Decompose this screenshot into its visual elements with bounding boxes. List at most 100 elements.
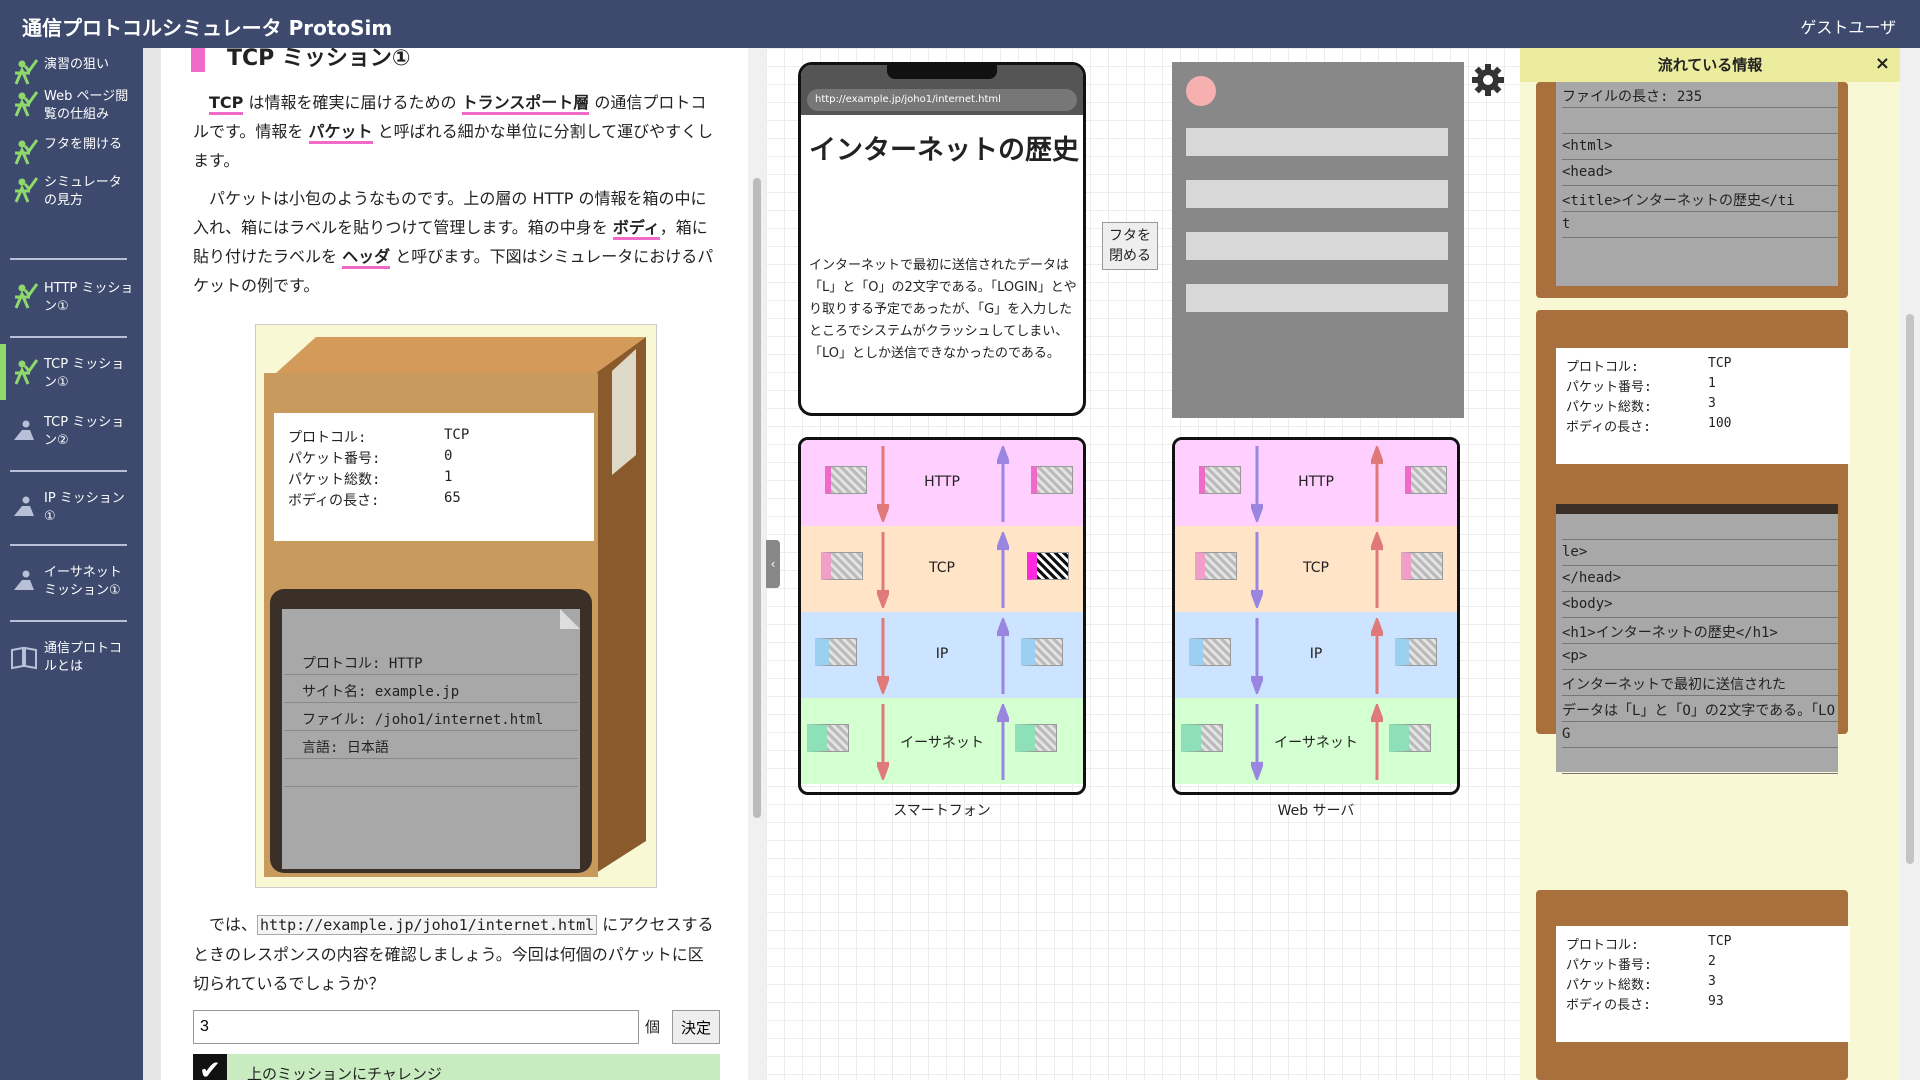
- gear-icon[interactable]: [1470, 62, 1506, 98]
- packet-icon: [1195, 552, 1237, 580]
- keyword-header: ヘッダ: [342, 247, 391, 269]
- info-panel-title-text: 流れている情報: [1657, 56, 1763, 74]
- answer-input[interactable]: [193, 1010, 639, 1044]
- close-lid-button[interactable]: フタを閉める: [1102, 222, 1158, 270]
- paragraph-text: は情報を確実に届けるための: [243, 93, 462, 112]
- packet-figure: プロトコル: TCP パケット番号: 0 パケット総数: 1 ボディの長さ: 65 プロ…: [255, 324, 657, 888]
- label-value: 0: [444, 448, 453, 464]
- label-value: 1: [444, 469, 453, 485]
- sidebar-item-http-mission-1[interactable]: HTTP ミッション①: [10, 276, 133, 330]
- sidebar-item-ip-mission-1[interactable]: IP ミッション①: [10, 486, 133, 540]
- submit-button[interactable]: 決定: [672, 1010, 720, 1044]
- sidebar-divider: [10, 470, 127, 472]
- up-arrow-icon: [997, 446, 1009, 522]
- document-line: t: [1562, 212, 1838, 238]
- sidebar-item-ethernet-mission-1[interactable]: イーサネットミッション①: [10, 560, 133, 614]
- label-key: パケット総数:: [1566, 400, 1652, 415]
- packet-body-document: ファイルの長さ: 235 <html> <head> <title>インターネッ…: [1556, 82, 1838, 286]
- label-key: パケット番号:: [288, 451, 381, 467]
- app-title: 通信プロトコルシミュレータ ProtoSim: [22, 16, 393, 40]
- document-line: [284, 759, 578, 787]
- document-line: 言語: 日本語: [284, 731, 578, 759]
- up-arrow-icon: [997, 618, 1009, 694]
- packet-icon: [1189, 638, 1231, 666]
- collapse-panel-button[interactable]: ‹: [766, 540, 780, 588]
- user-menu[interactable]: ゲストユーザ: [1800, 14, 1896, 38]
- scrollbar-thumb[interactable]: [753, 178, 761, 818]
- label-row: ボディの長さ: 65: [288, 490, 594, 511]
- close-icon[interactable]: ×: [1875, 54, 1890, 74]
- ip-layer: IP: [801, 612, 1083, 698]
- sidebar-item-web[interactable]: Web ページ閲覧の仕組み: [10, 84, 133, 138]
- label-value: 1: [1708, 376, 1716, 391]
- paragraph-text: では、: [209, 915, 258, 934]
- label-value: 100: [1708, 416, 1732, 431]
- mission-panel-scrollbar[interactable]: [748, 48, 766, 1080]
- info-panel-scrollbar[interactable]: [1900, 48, 1920, 1080]
- label-row: パケット番号: 1: [1562, 376, 1844, 396]
- packet-body-document: le> </head> <body> <h1>インターネットの歴史</h1> <…: [1556, 504, 1838, 774]
- sidebar-item-tcp-mission-2[interactable]: TCP ミッション②: [10, 410, 133, 464]
- keyword-tcp: TCP: [209, 93, 244, 115]
- server-protocol-stack: HTTP TCP IP イーサネット: [1172, 437, 1460, 795]
- tcp-layer: TCP: [1175, 526, 1457, 612]
- server-led-icon: [1186, 76, 1216, 106]
- phone-url-bar[interactable]: http://example.jp/joho1/internet.html: [807, 89, 1077, 111]
- sidebar: 演習の狙い Web ページ閲覧の仕組み フタを開ける シミュレータの見方 HTT…: [0, 48, 143, 1080]
- document-line: インターネットで最初に送信された: [1562, 670, 1838, 696]
- label-row: パケット総数: 1: [288, 469, 594, 490]
- sidebar-item-label: 演習の狙い: [44, 57, 110, 72]
- page-heading: インターネットの歴史: [809, 135, 1079, 166]
- sidebar-item-label: フタを開ける: [44, 137, 123, 152]
- packet-box: プロトコル: TCP パケット番号: 2 パケット総数: 3 ボディの長さ: 93: [1536, 890, 1850, 1080]
- sidebar-item-about-protocols[interactable]: 通信プロトコルとは: [10, 636, 133, 690]
- person-icon: [14, 496, 34, 516]
- book-icon: [11, 646, 37, 670]
- down-arrow-icon: [877, 704, 889, 780]
- packet-box: プロトコル: TCP パケット番号: 1 パケット総数: 3 ボディの長さ: 100 l…: [1536, 310, 1850, 774]
- scrollbar-thumb[interactable]: [1906, 314, 1914, 864]
- sidebar-scrollbar[interactable]: [143, 48, 161, 1080]
- sidebar-item-label: イーサネットミッション①: [44, 565, 122, 598]
- packet-icon: [1395, 638, 1437, 666]
- down-arrow-icon: [1251, 446, 1263, 522]
- sidebar-item-label: TCP ミッション②: [44, 415, 125, 448]
- mission-question-paragraph: では、 http://example.jp/joho1/internet.html…: [193, 910, 715, 998]
- ethernet-layer: イーサネット: [801, 698, 1083, 784]
- packet-icon: [1027, 552, 1069, 580]
- mission-intro-paragraph: TCP は情報を確実に届けるための トランスポート層 の通信プロトコルです。情報…: [193, 88, 715, 175]
- web-server: [1172, 62, 1464, 418]
- label-key: パケット番号:: [1566, 958, 1652, 973]
- smartphone: http://example.jp/joho1/internet.html イン…: [798, 62, 1086, 416]
- keyword-transport-layer: トランスポート層: [461, 93, 590, 115]
- up-arrow-icon: [1371, 532, 1383, 608]
- label-row: パケット総数: 3: [1562, 974, 1844, 994]
- label-value: 93: [1708, 994, 1724, 1009]
- web-server-caption: Web サーバ: [1277, 803, 1355, 819]
- ip-layer: IP: [1175, 612, 1457, 698]
- sidebar-divider: [10, 544, 127, 546]
- document-line: [1562, 108, 1838, 134]
- keyword-body: ボディ: [612, 218, 660, 240]
- http-layer: HTTP: [1175, 440, 1457, 526]
- server-slot: [1186, 180, 1448, 208]
- sidebar-item-simulator-view[interactable]: シミュレータの見方: [10, 170, 133, 224]
- down-arrow-icon: [1251, 532, 1263, 608]
- label-row: プロトコル: TCP: [288, 427, 594, 448]
- top-bar: 通信プロトコルシミュレータ ProtoSim ゲストユーザ: [0, 0, 1920, 48]
- document-line: [1562, 514, 1838, 540]
- server-slot: [1186, 284, 1448, 312]
- sidebar-item-tcp-mission-1[interactable]: TCP ミッション①: [10, 352, 133, 406]
- packet-icon: [825, 466, 867, 494]
- sidebar-item-label: 通信プロトコルとは: [44, 641, 123, 674]
- unit-label: 個: [645, 1018, 661, 1036]
- server-slot: [1186, 128, 1448, 156]
- sidebar-item-label: シミュレータの見方: [44, 175, 122, 208]
- label-value: 3: [1708, 974, 1716, 989]
- mission-packet-paragraph: パケットは小包のようなものです。上の層の HTTP の情報を箱の中に入れ、箱には…: [193, 184, 715, 300]
- smartphone-protocol-stack: HTTP TCP IP イーサネット: [798, 437, 1086, 795]
- tcp-header-label: プロトコル: TCP パケット番号: 0 パケット総数: 1 ボディの長さ: 65: [274, 413, 594, 541]
- sidebar-divider: [10, 620, 127, 622]
- label-key: プロトコル:: [1566, 360, 1639, 375]
- check-person-icon: [14, 177, 38, 203]
